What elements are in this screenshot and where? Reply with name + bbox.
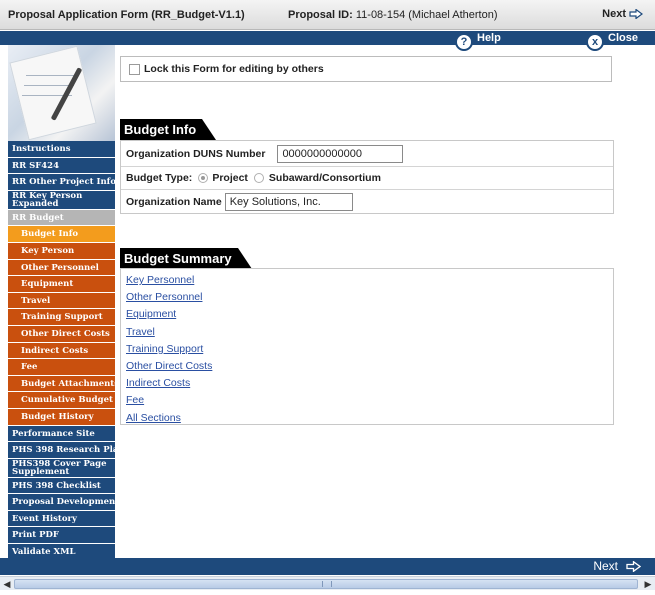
proposal-id-label: Proposal ID: — [288, 9, 353, 21]
budget-info-panel: Organization DUNS Number 0000000000000 B… — [120, 140, 614, 214]
close-label: Close — [608, 32, 638, 44]
sidebar-item-equipment[interactable]: Equipment — [8, 276, 115, 293]
horizontal-scrollbar[interactable]: ◀ ▶ — [0, 576, 655, 590]
summary-link-all-sections[interactable]: All Sections — [126, 410, 613, 427]
bottom-next-label: Next — [593, 559, 618, 573]
paper-line — [26, 75, 74, 76]
summary-link-key-personnel[interactable]: Key Personnel — [126, 272, 613, 289]
sidebar-item-fee[interactable]: Fee — [8, 359, 115, 376]
summary-link-fee[interactable]: Fee — [126, 392, 613, 409]
duns-input[interactable]: 0000000000000 — [277, 145, 404, 163]
sidebar-item-cumulative-budget[interactable]: Cumulative Budget — [8, 392, 115, 409]
title-bar: Proposal Application Form (RR_Budget-V1.… — [0, 0, 655, 30]
window-title: Proposal Application Form (RR_Budget-V1.… — [8, 9, 245, 21]
sidebar-item-phs398-research-plan[interactable]: PHS 398 Research Plan — [8, 442, 115, 459]
sidebar-item-budget-history[interactable]: Budget History — [8, 408, 115, 426]
project-radio-label: Project — [212, 172, 248, 184]
top-next-label: Next — [602, 8, 626, 20]
scrollbar-grip — [322, 581, 332, 587]
close-icon: x — [586, 33, 604, 51]
summary-link-equipment[interactable]: Equipment — [126, 306, 613, 323]
arrow-right-icon — [626, 560, 641, 572]
sidebar-nav: Instructions RR SF424 RR Other Project I… — [8, 141, 115, 561]
sidebar-item-training-support[interactable]: Training Support — [8, 309, 115, 326]
subaward-radio-label: Subaward/Consortium — [268, 172, 381, 184]
sidebar-item-rr-key-person-expanded[interactable]: RR Key Person Expanded — [8, 190, 115, 210]
sidebar-item-proposal-development[interactable]: Proposal Development — [8, 494, 115, 511]
sidebar-item-indirect-costs[interactable]: Indirect Costs — [8, 342, 115, 360]
summary-link-training-support[interactable]: Training Support — [126, 341, 613, 358]
toolbar-band — [0, 31, 655, 45]
bottom-bar: Next — [0, 558, 655, 575]
org-name-label: Organization Name — [126, 196, 222, 208]
summary-link-other-personnel[interactable]: Other Personnel — [126, 289, 613, 306]
proposal-id-value: 11-08-154 (Michael Atherton) — [355, 9, 498, 21]
budget-info-heading: Budget Info — [120, 119, 216, 140]
sidebar-item-key-person[interactable]: Key Person — [8, 242, 115, 260]
sidebar-item-travel[interactable]: Travel — [8, 292, 115, 310]
lock-form-label: Lock this Form for editing by others — [144, 63, 324, 75]
sidebar-item-rr-budget[interactable]: RR Budget — [8, 209, 115, 227]
lock-form-panel: Lock this Form for editing by others — [120, 56, 612, 82]
lock-form-checkbox[interactable] — [129, 63, 140, 75]
budget-summary-panel: Key Personnel Other Personnel Equipment … — [120, 268, 614, 425]
project-radio[interactable] — [198, 173, 209, 183]
top-next-button[interactable]: Next — [602, 8, 643, 20]
sidebar-item-instructions[interactable]: Instructions — [8, 141, 115, 158]
subaward-radio[interactable] — [253, 173, 264, 183]
close-button[interactable]: x Close — [586, 31, 638, 53]
sidebar-item-phs398-cover-page-supplement[interactable]: PHS398 Cover Page Supplement — [8, 458, 115, 478]
sidebar-item-rr-other-project-info[interactable]: RR Other Project Info — [8, 174, 115, 191]
duns-label: Organization DUNS Number — [126, 148, 266, 160]
budget-type-row: Budget Type: Project Subaward/Consortium — [121, 167, 613, 189]
sidebar-photo — [8, 45, 115, 141]
sidebar-item-event-history[interactable]: Event History — [8, 510, 115, 528]
arrow-right-icon — [629, 9, 643, 19]
scroll-left-icon[interactable]: ◀ — [1, 578, 13, 590]
sidebar-item-other-personnel[interactable]: Other Personnel — [8, 259, 115, 277]
scroll-right-icon[interactable]: ▶ — [642, 578, 654, 590]
sidebar-item-phs398-checklist[interactable]: PHS 398 Checklist — [8, 477, 115, 495]
sidebar-item-performance-site[interactable]: Performance Site — [8, 425, 115, 443]
summary-link-indirect-costs[interactable]: Indirect Costs — [126, 375, 613, 392]
org-name-row: Organization Name Key Solutions, Inc. — [121, 190, 613, 214]
sidebar-item-other-direct-costs[interactable]: Other Direct Costs — [8, 325, 115, 343]
help-button[interactable]: ? Help — [455, 31, 501, 53]
summary-link-travel[interactable]: Travel — [126, 324, 613, 341]
org-name-input[interactable]: Key Solutions, Inc. — [224, 193, 353, 211]
summary-link-other-direct-costs[interactable]: Other Direct Costs — [126, 358, 613, 375]
help-label: Help — [477, 32, 501, 44]
budget-summary-heading: Budget Summary — [120, 248, 252, 269]
paper-graphic — [9, 45, 97, 141]
sidebar-item-print-pdf[interactable]: Print PDF — [8, 527, 115, 545]
sidebar-item-budget-info[interactable]: Budget Info — [8, 226, 115, 243]
help-icon: ? — [455, 33, 473, 51]
duns-row: Organization DUNS Number 0000000000000 — [121, 143, 613, 165]
sidebar-item-budget-attachments[interactable]: Budget Attachments — [8, 375, 115, 393]
sidebar: Instructions RR SF424 RR Other Project I… — [8, 45, 115, 561]
budget-type-label: Budget Type: — [126, 172, 193, 184]
bottom-next-button[interactable]: Next — [593, 559, 641, 573]
sidebar-item-rr-sf424[interactable]: RR SF424 — [8, 157, 115, 175]
proposal-id: Proposal ID: 11-08-154 (Michael Atherton… — [288, 9, 498, 21]
